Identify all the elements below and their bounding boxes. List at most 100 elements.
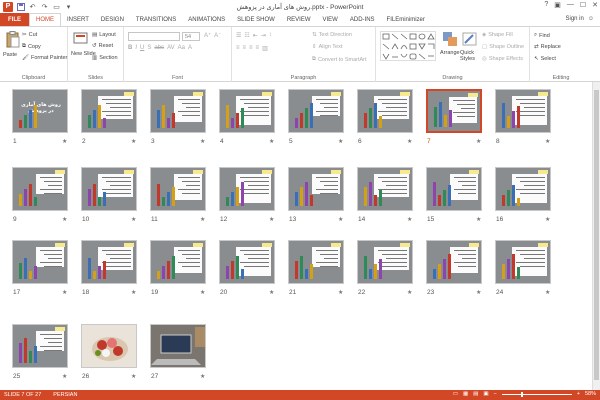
- transition-star-icon[interactable]: ★: [407, 216, 412, 223]
- transition-star-icon[interactable]: ★: [131, 289, 136, 296]
- font-name-combo[interactable]: [128, 32, 180, 41]
- bullets-icon[interactable]: ☰: [236, 32, 241, 39]
- transition-star-icon[interactable]: ★: [338, 138, 343, 145]
- shapes-gallery[interactable]: [380, 31, 436, 61]
- align-text-button[interactable]: ⇕ Align Text: [312, 44, 342, 50]
- transition-star-icon[interactable]: ★: [269, 289, 274, 296]
- tab-transitions[interactable]: TRANSITIONS: [130, 13, 182, 26]
- underline-icon[interactable]: U: [140, 45, 144, 51]
- grow-font-icon[interactable]: A⁺: [204, 32, 211, 39]
- help-icon[interactable]: ?: [544, 1, 548, 9]
- shape-fill-button[interactable]: ◈ Shape Fill: [482, 32, 513, 38]
- change-case-icon[interactable]: Aa: [178, 45, 185, 51]
- slide-thumbnail-1[interactable]: روش های آماری در پزوهش: [12, 89, 68, 133]
- transition-star-icon[interactable]: ★: [338, 289, 343, 296]
- sign-in[interactable]: Sign in ☺: [566, 16, 595, 22]
- minimize-icon[interactable]: —: [567, 1, 574, 9]
- numbering-icon[interactable]: ☷: [244, 32, 249, 39]
- undo-icon[interactable]: ↶: [28, 2, 37, 11]
- slide-thumbnail-10[interactable]: [81, 167, 137, 211]
- new-slide-icon[interactable]: [73, 31, 89, 47]
- slide-thumbnail-7[interactable]: [426, 89, 482, 133]
- transition-star-icon[interactable]: ★: [545, 289, 550, 296]
- transition-star-icon[interactable]: ★: [476, 138, 481, 145]
- tab-insert[interactable]: INSERT: [61, 13, 95, 26]
- tab-animations[interactable]: ANIMATIONS: [182, 13, 231, 26]
- justify-icon[interactable]: ≡: [256, 45, 260, 52]
- transition-star-icon[interactable]: ★: [200, 216, 205, 223]
- transition-star-icon[interactable]: ★: [200, 138, 205, 145]
- decrease-indent-icon[interactable]: ⇤: [253, 32, 258, 39]
- language-indicator[interactable]: PERSIAN: [53, 392, 77, 398]
- zoom-in-icon[interactable]: +: [577, 391, 580, 397]
- transition-star-icon[interactable]: ★: [545, 138, 550, 145]
- slide-thumbnail-11[interactable]: [150, 167, 206, 211]
- shadow-icon[interactable]: S: [147, 45, 151, 51]
- transition-star-icon[interactable]: ★: [269, 216, 274, 223]
- transition-star-icon[interactable]: ★: [476, 216, 481, 223]
- slide-thumbnail-14[interactable]: [357, 167, 413, 211]
- align-right-icon[interactable]: ≡: [249, 45, 253, 52]
- align-center-icon[interactable]: ≡: [243, 45, 247, 52]
- maximize-icon[interactable]: ☐: [580, 1, 586, 9]
- slide-sorter[interactable]: روش های آماری در پزوهش 1 ★ 2 ★ 3 ★ 4 ★ 5 ★ 6 ★ 7 ★ 8 ★ 9 ★…: [0, 82, 600, 390]
- bold-icon[interactable]: B: [128, 45, 132, 51]
- slide-thumbnail-16[interactable]: [495, 167, 551, 211]
- tab-fileminimizer[interactable]: FILEminimizer: [381, 13, 431, 26]
- find-button[interactable]: ⌕ Find: [534, 32, 550, 39]
- start-slideshow-icon[interactable]: ▭: [52, 2, 61, 11]
- transition-star-icon[interactable]: ★: [62, 289, 67, 296]
- sign-in-label[interactable]: Sign in: [566, 16, 584, 22]
- transition-star-icon[interactable]: ★: [545, 216, 550, 223]
- reset-button[interactable]: ↺ Reset: [92, 43, 113, 49]
- tab-design[interactable]: DESIGN: [95, 13, 130, 26]
- tab-file[interactable]: FILE: [0, 13, 29, 26]
- slide-sorter-view-icon[interactable]: ▦: [463, 391, 468, 397]
- copy-button[interactable]: ⧉ Copy: [22, 43, 41, 50]
- tab-add-ins[interactable]: ADD-INS: [344, 13, 381, 26]
- tab-home[interactable]: HOME: [29, 13, 61, 26]
- zoom-out-icon[interactable]: −: [494, 391, 497, 397]
- transition-star-icon[interactable]: ★: [131, 216, 136, 223]
- slide-thumbnail-19[interactable]: [150, 240, 206, 284]
- slide-thumbnail-4[interactable]: [219, 89, 275, 133]
- text-direction-button[interactable]: ⇅ Text Direction: [312, 32, 352, 38]
- italic-icon[interactable]: I: [135, 45, 137, 51]
- slide-thumbnail-25[interactable]: [12, 324, 68, 368]
- transition-star-icon[interactable]: ★: [407, 138, 412, 145]
- replace-button[interactable]: ⇄ Replace: [534, 44, 561, 50]
- slide-thumbnail-23[interactable]: [426, 240, 482, 284]
- strikethrough-icon[interactable]: abc: [154, 45, 164, 51]
- columns-icon[interactable]: ▥: [262, 45, 268, 52]
- shape-outline-button[interactable]: ▢ Shape Outline: [482, 44, 524, 50]
- cut-button[interactable]: ✂ Cut: [22, 32, 37, 38]
- convert-smartart-button[interactable]: ⧉ Convert to SmartArt: [312, 56, 367, 63]
- transition-star-icon[interactable]: ★: [476, 289, 481, 296]
- transition-star-icon[interactable]: ★: [200, 373, 205, 380]
- select-button[interactable]: ↖ Select: [534, 56, 556, 62]
- transition-star-icon[interactable]: ★: [407, 289, 412, 296]
- slide-thumbnail-24[interactable]: [495, 240, 551, 284]
- zoom-slider[interactable]: [501, 391, 572, 397]
- tab-view[interactable]: VIEW: [317, 13, 344, 26]
- transition-star-icon[interactable]: ★: [62, 373, 67, 380]
- customize-qat-icon[interactable]: ▾: [64, 2, 73, 11]
- slide-thumbnail-12[interactable]: [219, 167, 275, 211]
- quick-styles-icon[interactable]: [462, 31, 478, 47]
- font-size-combo[interactable]: 54: [182, 32, 200, 41]
- section-button[interactable]: ▥ Section: [92, 55, 118, 61]
- line-spacing-icon[interactable]: ↕: [269, 32, 272, 39]
- transition-star-icon[interactable]: ★: [131, 138, 136, 145]
- format-painter-button[interactable]: 🖌 Format Painter: [22, 55, 67, 61]
- slide-thumbnail-2[interactable]: [81, 89, 137, 133]
- slide-thumbnail-9[interactable]: [12, 167, 68, 211]
- layout-button[interactable]: ▤ Layout: [92, 32, 116, 38]
- spacing-icon[interactable]: AV: [167, 45, 175, 51]
- font-color-icon[interactable]: A: [188, 45, 192, 51]
- align-left-icon[interactable]: ≡: [236, 45, 240, 52]
- tab-slide-show[interactable]: SLIDE SHOW: [231, 13, 281, 26]
- slide-thumbnail-3[interactable]: [150, 89, 206, 133]
- transition-star-icon[interactable]: ★: [131, 373, 136, 380]
- save-icon[interactable]: [16, 2, 25, 11]
- ribbon-display-icon[interactable]: ▣: [554, 1, 561, 9]
